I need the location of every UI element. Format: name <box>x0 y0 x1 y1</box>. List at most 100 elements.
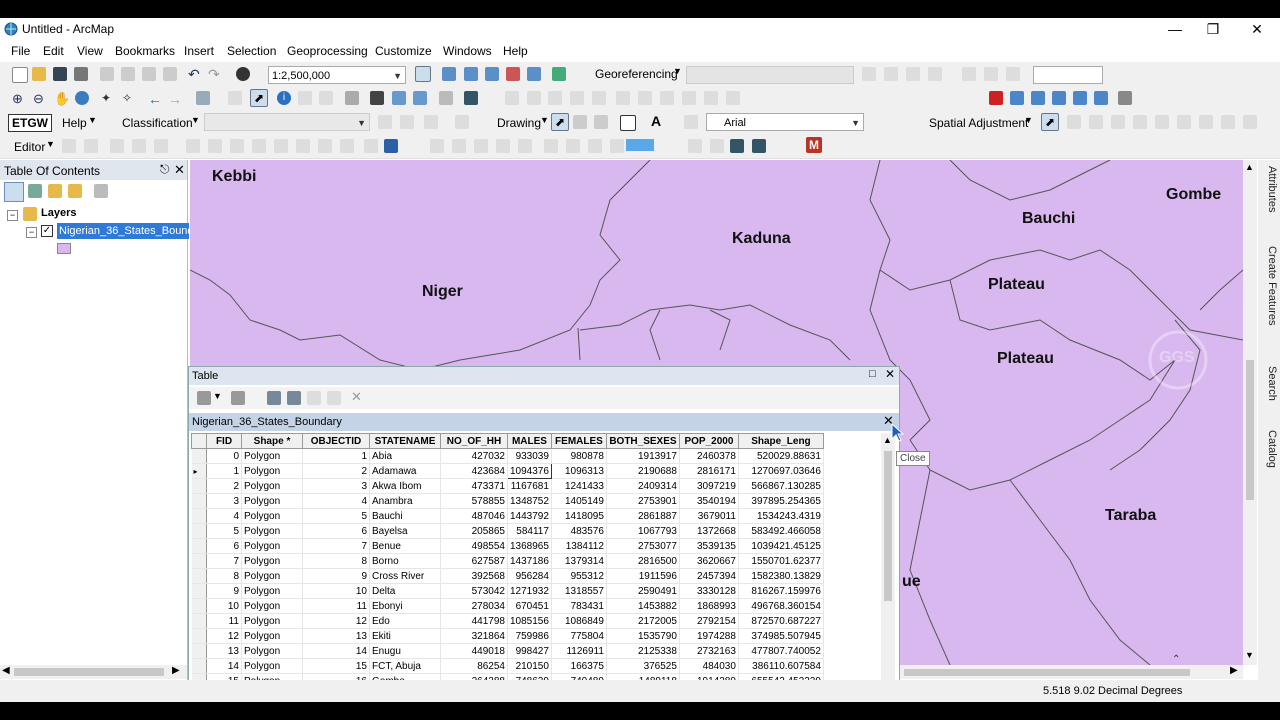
edit-tool-icon[interactable] <box>588 139 602 153</box>
help-menu-button[interactable]: Help <box>62 116 87 130</box>
table-row[interactable]: 11 Polygon 12 Edo 441798 1085156 1086849 217200… <box>191 613 824 629</box>
table-cell[interactable]: 3097219 <box>679 478 739 494</box>
edit-tool-icon[interactable] <box>496 139 510 153</box>
adjustment-tool-icon[interactable] <box>1067 115 1081 129</box>
row-selector[interactable] <box>191 508 207 524</box>
column-header-both-sexes[interactable]: BOTH_SEXES <box>605 433 680 449</box>
table-cell[interactable]: Abia <box>369 448 441 464</box>
table-cell[interactable]: Anambra <box>369 493 441 509</box>
select-by-attributes-icon[interactable] <box>267 391 281 405</box>
list-by-drawing-order-icon[interactable] <box>4 182 24 202</box>
edit-tool-icon[interactable] <box>364 139 378 153</box>
clear-selection-icon[interactable] <box>307 391 321 405</box>
table-row[interactable]: 13 Polygon 14 Enugu 449018 998427 1126911 21253… <box>191 643 824 659</box>
edit-tool-icon[interactable] <box>710 139 724 153</box>
table-cell[interactable]: 2792154 <box>679 613 739 629</box>
editing-tool-icon[interactable] <box>616 91 630 105</box>
table-cell[interactable]: 376525 <box>606 658 680 674</box>
table-cell[interactable]: Polygon <box>241 508 303 524</box>
cut-icon[interactable] <box>100 67 114 81</box>
zoom-whole-page-icon[interactable] <box>594 115 608 129</box>
table-cell[interactable]: Bauchi <box>369 508 441 524</box>
font-dropdown[interactable]: Arial ▼ <box>706 113 864 131</box>
table-cell[interactable]: 1582380.13829 <box>738 568 824 584</box>
table-cell[interactable]: 8 <box>302 553 370 569</box>
edit-tool-icon[interactable] <box>252 139 266 153</box>
dock-tab-attributes[interactable]: Attributes <box>1260 166 1278 212</box>
table-cell[interactable]: 1384112 <box>551 538 607 554</box>
table-cell[interactable]: 7 <box>302 538 370 554</box>
table-cell[interactable]: 2816171 <box>679 463 739 479</box>
zoom-to-selected-icon[interactable] <box>327 391 341 405</box>
table-cell[interactable]: 321864 <box>440 628 508 644</box>
edit-tool-icon[interactable] <box>274 139 288 153</box>
scroll-left-icon[interactable]: ◀ <box>2 665 10 676</box>
table-cell[interactable]: 1379314 <box>551 553 607 569</box>
editing-tool-icon[interactable] <box>570 91 584 105</box>
table-vertical-scrollbar[interactable]: ▲ <box>881 433 895 701</box>
edit-tool-icon[interactable] <box>474 139 488 153</box>
georeferencing-menu[interactable]: Georeferencing <box>595 67 678 81</box>
edit-tool-icon[interactable] <box>62 139 76 153</box>
open-folder-icon[interactable] <box>32 67 46 81</box>
table-cell[interactable]: 12 <box>302 613 370 629</box>
restore-button[interactable]: ❐ <box>1198 20 1228 38</box>
table-cell[interactable]: 10 <box>206 598 242 614</box>
fixed-zoom-in-icon[interactable]: ✦ <box>101 91 115 105</box>
undo-icon[interactable]: ↶ <box>188 67 202 81</box>
table-cell[interactable]: 980878 <box>551 448 607 464</box>
classification-dropdown[interactable]: ▼ <box>204 113 370 131</box>
delete-icon[interactable] <box>163 67 177 81</box>
edit-tool-icon[interactable] <box>296 139 310 153</box>
catalog-window-icon[interactable] <box>464 67 478 81</box>
classification-tool-icon[interactable] <box>400 115 414 129</box>
table-cell[interactable]: Polygon <box>241 463 303 479</box>
table-cell[interactable]: 2753077 <box>606 538 680 554</box>
table-cell[interactable]: 2 <box>302 463 370 479</box>
data-tool-icon[interactable] <box>1052 91 1066 105</box>
adjustment-tool-icon[interactable] <box>1155 115 1169 129</box>
text-tool-icon[interactable]: A <box>651 113 661 129</box>
editor-toolbar-icon[interactable] <box>415 66 431 82</box>
table-row[interactable]: 12 Polygon 13 Ekiti 321864 759986 775804 153579… <box>191 628 824 644</box>
table-cell[interactable]: 477807.740052 <box>738 643 824 659</box>
zoom-in-icon[interactable]: ⊕ <box>12 91 26 106</box>
table-cell[interactable]: 4 <box>206 508 242 524</box>
table-cell[interactable]: 1405149 <box>551 493 607 509</box>
editing-tool-icon[interactable] <box>682 91 696 105</box>
table-cell[interactable]: FCT, Abuja <box>369 658 441 674</box>
identify-icon[interactable]: i <box>277 91 291 105</box>
table-cell[interactable]: 1372668 <box>679 523 739 539</box>
table-cell[interactable]: 166375 <box>551 658 607 674</box>
table-cell[interactable]: Polygon <box>241 643 303 659</box>
edit-tool-icon[interactable] <box>518 139 532 153</box>
table-cell[interactable]: Polygon <box>241 493 303 509</box>
table-row[interactable]: 6 Polygon 7 Benue 498554 1368965 1384112 275307… <box>191 538 824 554</box>
table-cell[interactable]: 1868993 <box>679 598 739 614</box>
table-cell[interactable]: Borno <box>369 553 441 569</box>
close-window-button[interactable]: ✕ <box>1242 20 1272 38</box>
dock-tab-catalog[interactable]: Catalog <box>1260 430 1278 468</box>
table-cell[interactable]: Adamawa <box>369 463 441 479</box>
table-cell[interactable]: 3 <box>206 493 242 509</box>
table-cell[interactable]: Polygon <box>241 448 303 464</box>
table-cell[interactable]: 520029.88631 <box>738 448 824 464</box>
table-cell[interactable]: 3620667 <box>679 553 739 569</box>
table-cell[interactable]: Benue <box>369 538 441 554</box>
red-tool-icon[interactable] <box>989 91 1003 105</box>
print-icon[interactable] <box>74 67 88 81</box>
edit-tool-icon[interactable] <box>430 139 444 153</box>
layer-symbol-swatch[interactable] <box>57 243 71 254</box>
table-row[interactable]: 5 Polygon 6 Bayelsa 205865 584117 483576 106779… <box>191 523 824 539</box>
table-cell[interactable]: 2457394 <box>679 568 739 584</box>
table-cell[interactable]: 1 <box>302 448 370 464</box>
select-elements-icon[interactable]: ⬈ <box>250 89 268 107</box>
table-cell[interactable]: 955312 <box>551 568 607 584</box>
edit-tool-icon[interactable] <box>132 139 146 153</box>
table-cell[interactable]: 1913917 <box>606 448 680 464</box>
editing-tool-icon[interactable] <box>548 91 562 105</box>
table-cell[interactable]: 1126911 <box>551 643 607 659</box>
close-icon[interactable]: ✕ <box>174 162 185 178</box>
full-extent-icon[interactable] <box>75 91 89 105</box>
table-cell[interactable]: Cross River <box>369 568 441 584</box>
